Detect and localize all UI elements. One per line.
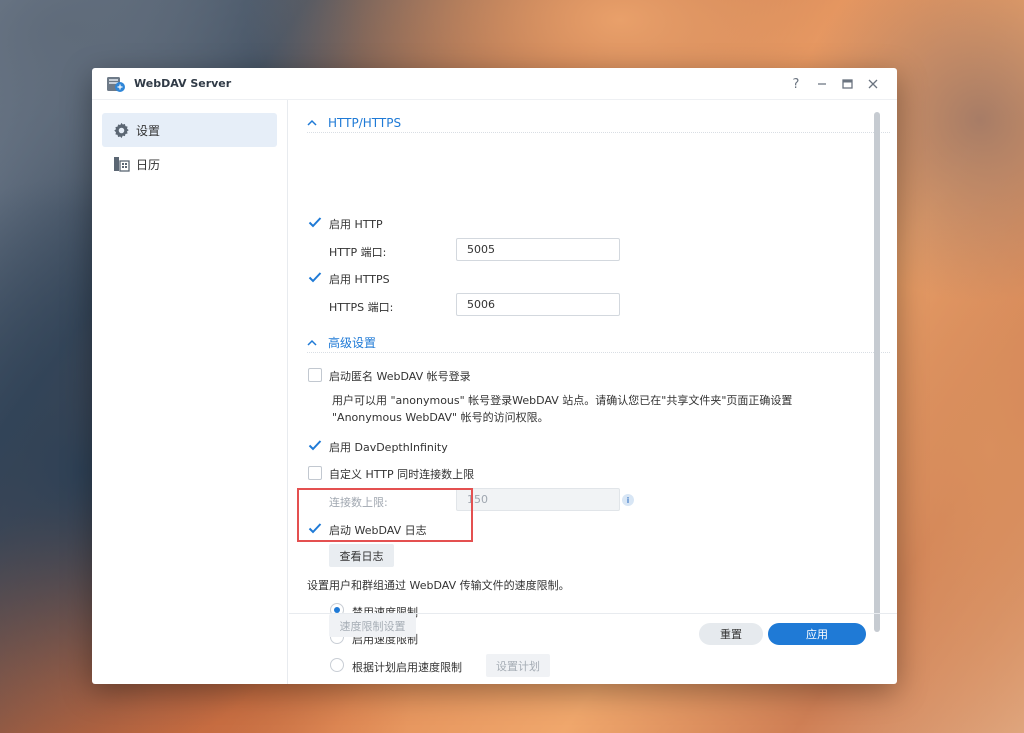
webdav-log-label: 启动 WebDAV 日志 [329,524,427,537]
https-port-label: HTTPS 端口: [329,301,394,314]
minimize-icon [818,83,826,85]
checkmark-icon [308,217,322,228]
sidebar-item-calendar[interactable]: 日历 [102,147,277,181]
enable-https-checkbox[interactable] [308,270,322,284]
maximize-icon [841,79,853,89]
custom-http-limit-checkbox[interactable] [308,466,322,480]
sidebar-item-label: 日历 [136,157,161,172]
schedule-speed-limit-radio[interactable] [330,658,344,672]
checkmark-icon [308,440,322,451]
section-header-advanced[interactable]: 高级设置 [307,333,890,353]
http-port-input[interactable]: 5005 [456,238,620,261]
help-button[interactable]: ? [786,74,806,94]
calendar-icon [112,155,130,173]
section-title: HTTP/HTTPS [328,115,402,130]
schedule-speed-limit-label: 根据计划启用速度限制 [352,661,462,674]
webdav-server-window: WebDAV Server ? 设置 日历 HTTP/HTTPS 启用 HTTP… [92,68,897,684]
maximize-button[interactable] [837,74,857,94]
title-bar: WebDAV Server ? [92,68,897,100]
sidebar-item-label: 设置 [136,123,161,138]
close-icon [868,79,878,89]
gear-icon [112,121,130,139]
enable-http-checkbox[interactable] [308,215,322,229]
enable-https-label: 启用 HTTPS [329,273,390,286]
https-port-input[interactable]: 5006 [456,293,620,316]
close-button[interactable] [863,74,883,94]
http-port-label: HTTP 端口: [329,246,387,259]
connection-limit-input[interactable]: 150 [456,488,620,511]
anonymous-login-checkbox[interactable] [308,368,322,382]
anonymous-login-label: 启动匿名 WebDAV 帐号登录 [329,370,471,383]
anonymous-login-description: 用户可以用 "anonymous" 帐号登录WebDAV 站点。请确认您已在"共… [332,394,793,424]
minimize-button[interactable] [812,74,832,94]
view-log-button[interactable]: 查看日志 [329,544,394,567]
chevron-up-icon [307,339,321,346]
dav-depth-infinity-checkbox[interactable] [308,438,322,452]
apply-button[interactable]: 应用 [768,623,866,645]
dav-depth-infinity-label: 启用 DavDepthInfinity [329,441,448,454]
footer-bar: 重置 应用 [289,613,897,652]
section-header-http[interactable]: HTTP/HTTPS [307,113,890,133]
sidebar-item-settings[interactable]: 设置 [102,113,277,147]
section-title: 高级设置 [328,336,377,350]
checkmark-icon [308,272,322,283]
set-schedule-button[interactable]: 设置计划 [486,654,550,677]
settings-panel: HTTP/HTTPS 启用 HTTP HTTP 端口: 5005 启用 HTTP… [289,100,897,684]
reset-button[interactable]: 重置 [699,623,763,645]
window-title: WebDAV Server [134,77,232,90]
chevron-up-icon [307,119,321,126]
checkmark-icon [308,523,322,534]
speed-limit-description: 设置用户和群组通过 WebDAV 传输文件的速度限制。 [307,579,570,592]
sidebar: 设置 日历 [92,100,288,684]
scrollbar[interactable] [874,112,880,632]
webdav-app-icon [106,75,126,93]
enable-http-label: 启用 HTTP [329,218,383,231]
webdav-log-checkbox[interactable] [308,521,322,535]
info-icon[interactable]: i [622,494,634,506]
custom-http-limit-label: 自定义 HTTP 同时连接数上限 [329,468,475,481]
